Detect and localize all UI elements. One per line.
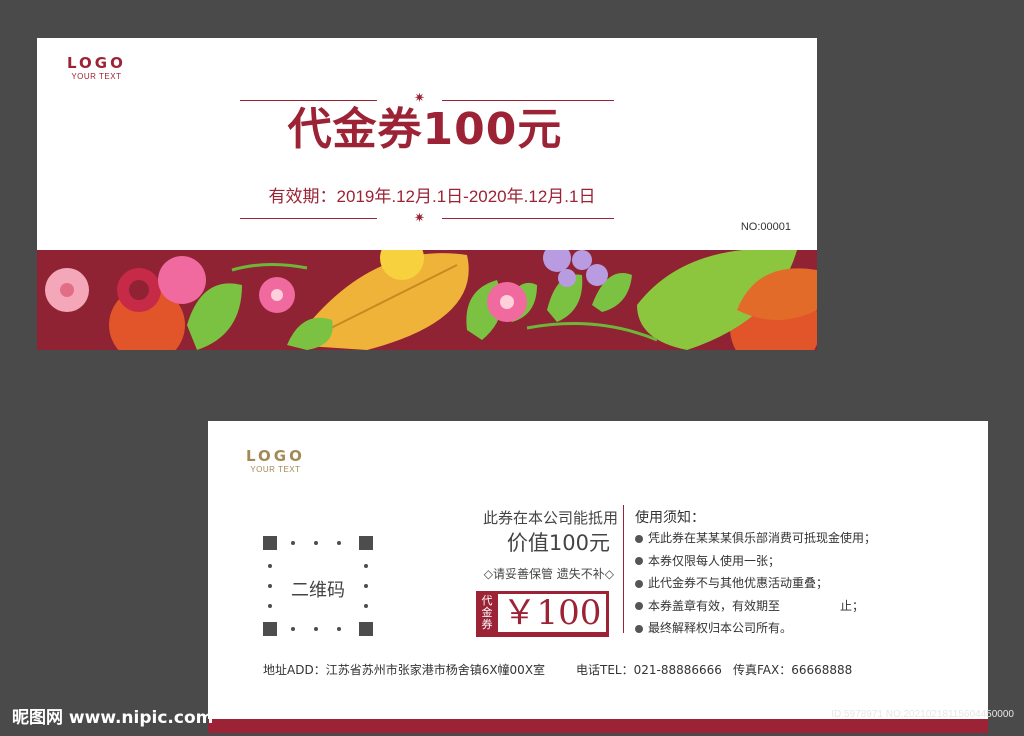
floral-illustration: [45, 250, 817, 350]
logo-text: LOGO: [67, 54, 126, 72]
rule-item: 本券盖章有效，有效期至 止；: [635, 595, 876, 618]
bullet-icon: [635, 534, 643, 543]
qr-corner: [263, 536, 277, 550]
value-stamp: 代金券 ￥100: [476, 591, 609, 637]
keep-safe-note: ◇请妥善保管 遗失不补◇: [483, 567, 614, 581]
title-rule-bottom-left: [240, 218, 377, 219]
telephone: 电话TEL：021-88886666: [576, 663, 722, 677]
title-rule-bottom-right: [442, 218, 614, 219]
bullet-icon: [635, 624, 643, 633]
qr-code-placeholder: 二维码: [263, 536, 373, 636]
section-divider: [623, 505, 624, 633]
back-logo: LOGO YOUR TEXT: [246, 449, 305, 474]
logo-subtext: YOUR TEXT: [71, 72, 122, 81]
star-icon: ✷: [414, 211, 425, 226]
qr-corner: [359, 536, 373, 550]
rule-item: 最终解释权归本公司所有。: [635, 617, 876, 640]
lilac-icon: [543, 250, 571, 272]
lilac-icon: [558, 269, 576, 287]
pink-flower-icon: [158, 256, 206, 304]
rules-heading: 使用须知：: [635, 510, 705, 526]
lilac-icon: [572, 250, 592, 270]
qr-corner: [263, 622, 277, 636]
lilac-icon: [586, 264, 608, 286]
rule-item: 凭此券在某某某俱乐部消费可抵现金使用；: [635, 527, 876, 550]
title-rule-top-left: [240, 100, 377, 101]
watermark-site: 昵图网 www.nipic.com: [12, 708, 214, 728]
accept-note: 此券在本公司能抵用: [482, 509, 618, 527]
logo-text: LOGO: [246, 447, 305, 465]
face-value: 价值100元: [506, 531, 610, 555]
bullet-icon: [635, 579, 643, 588]
serial-number: NO:00001: [740, 221, 791, 233]
voucher-front: LOGO YOUR TEXT ✷ 代金券100元 有效期：2019年.12月.1…: [37, 38, 817, 350]
stamp-label: 代金券: [481, 594, 493, 631]
voucher-title: 代金券100元: [287, 104, 563, 155]
rule-item: 此代金券不与其他优惠活动重叠；: [635, 572, 876, 595]
title-rule-top-right: [442, 100, 614, 101]
logo-subtext: YOUR TEXT: [250, 465, 301, 474]
bullet-icon: [635, 602, 643, 610]
qr-label: 二维码: [291, 580, 345, 601]
rules-list: 凭此券在某某某俱乐部消费可抵现金使用； 本券仅限每人使用一张； 此代金券不与其他…: [635, 527, 876, 640]
rule-item: 本券仅限每人使用一张；: [635, 550, 876, 573]
bullet-icon: [635, 557, 643, 565]
voucher-back: LOGO YOUR TEXT 二维码 此券在本公司能抵用 价值100元 ◇请妥善…: [208, 421, 988, 733]
validity-period: 有效期：2019年.12月.1日-2020年.12月.1日: [268, 187, 596, 206]
fax: 传真FAX：66668888: [733, 663, 853, 677]
floral-banner: [37, 250, 817, 350]
footer-bar: [208, 719, 988, 733]
front-logo: LOGO YOUR TEXT: [67, 56, 126, 81]
qr-corner: [359, 622, 373, 636]
stamp-amount: ￥100: [498, 594, 606, 632]
watermark-id: ID:5978971 NO:20210218115604450000: [831, 709, 1014, 720]
address: 地址ADD：江苏省苏州市张家港市杨舍镇6X幢00X室: [263, 663, 546, 677]
